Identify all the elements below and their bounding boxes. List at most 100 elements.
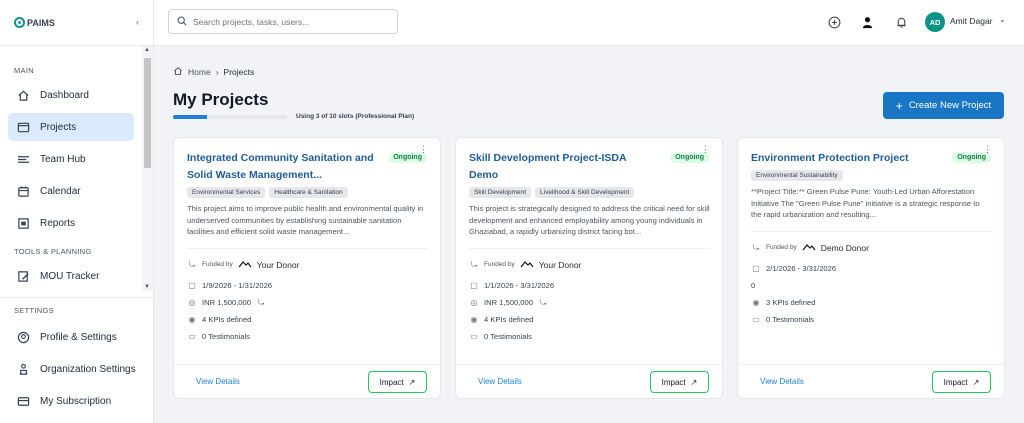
view-details-link[interactable]: View Details (478, 377, 522, 386)
project-card[interactable]: Ongoing ⋮ Environment Protection Project… (737, 137, 1005, 399)
tag: Environmental Services (187, 187, 266, 198)
add-circle-icon[interactable] (826, 14, 842, 30)
date-row: ▢ 1/1/2026 - 3/31/2026 (469, 277, 710, 294)
donor-name: Your Donor (256, 259, 300, 270)
view-details-link[interactable]: View Details (196, 377, 240, 386)
sidebar-item-reports[interactable]: Reports (8, 209, 134, 237)
testimonials-row: ▭ 0 Testimonials (187, 328, 428, 345)
bell-icon[interactable] (893, 14, 909, 30)
calendar-icon: ▢ (188, 281, 196, 290)
impact-button[interactable]: Impact ↗ (932, 371, 991, 393)
reports-icon (16, 216, 30, 230)
folder-icon (16, 120, 30, 134)
create-button-label: Create New Project (908, 100, 992, 111)
budget-row: ◎ INR 1,500,000 ⤿ (187, 294, 428, 311)
sidebar-item-label: Team Hub (40, 153, 86, 165)
sidebar-scrollbar[interactable]: ▲ ▼ (142, 46, 153, 291)
project-budget: 0 (751, 281, 756, 290)
project-card[interactable]: Ongoing ⋮ Skill Development Project-ISDA… (455, 137, 723, 399)
impact-label: Impact (943, 377, 968, 387)
card-footer: View Details Impact ↗ (456, 364, 722, 398)
target-icon: ◉ (752, 298, 760, 307)
sidebar-item-label: Calendar (40, 185, 81, 197)
scrollbar-thumb[interactable] (144, 58, 151, 168)
card-footer: View Details Impact ↗ (738, 364, 1004, 398)
calendar-icon (16, 184, 30, 198)
scroll-down-icon[interactable]: ▼ (144, 284, 150, 290)
folder-icon: ▭ (752, 315, 760, 324)
sidebar-item-dashboard[interactable]: Dashboard (8, 81, 134, 109)
plus-icon: + (895, 98, 903, 113)
link-icon: ⤿ (188, 259, 196, 269)
kpi-row: ◉ 4 KPIs defined (469, 311, 710, 328)
arrow-up-right-icon: ↗ (972, 377, 980, 387)
project-title[interactable]: Environment Protection Project (751, 150, 992, 167)
sidebar-item-calendar[interactable]: Calendar (8, 177, 134, 205)
avatar[interactable]: AD (925, 12, 945, 32)
scroll-up-icon[interactable]: ▲ (144, 47, 150, 53)
testimonial-count: 0 Testimonials (766, 315, 814, 324)
donor-logo-icon (802, 243, 816, 253)
funded-by-row: ⤿ Funded by Your Donor (469, 256, 710, 273)
search-box[interactable] (168, 9, 398, 34)
money-icon: ◎ (188, 298, 196, 307)
kpi-count: 4 KPIs defined (484, 315, 534, 324)
section-label-tools: TOOLS & PLANNING (14, 247, 92, 256)
page-title: My Projects (173, 90, 269, 109)
calendar-icon: ▢ (752, 264, 760, 273)
sidebar-settings: SETTINGS Profile & Settings Organization… (0, 297, 154, 415)
impact-label: Impact (379, 377, 404, 387)
sidebar-item-label: Projects (40, 121, 77, 133)
slots-usage-text: Using 3 of 10 slots (Professional Plan) (296, 113, 415, 120)
folder-icon: ▭ (470, 332, 478, 341)
sidebar-item-organization-settings[interactable]: Organization Settings (8, 355, 146, 383)
logo-text: PAIMS (27, 17, 55, 28)
project-title[interactable]: Integrated Community Sanitation and Soli… (187, 150, 428, 184)
project-title[interactable]: Skill Development Project-ISDA Demo (469, 150, 710, 184)
impact-button[interactable]: Impact ↗ (650, 371, 709, 393)
divider (187, 248, 428, 249)
sidebar: PAIMS ‹ MAIN Dashboard Projects Team Hub (0, 0, 154, 423)
kpi-count: 4 KPIs defined (202, 315, 252, 324)
sidebar-item-mou-tracker[interactable]: MOU Tracker (8, 262, 134, 290)
user-icon[interactable] (859, 14, 875, 30)
sidebar-item-label: MOU Tracker (40, 270, 100, 282)
project-card[interactable]: Ongoing ⋮ Integrated Community Sanitatio… (173, 137, 441, 399)
divider (469, 248, 710, 249)
user-name[interactable]: Amit Dagar (950, 16, 993, 26)
kpi-count: 3 KPIs defined (766, 298, 816, 307)
team-icon (16, 152, 30, 166)
logo-row: PAIMS ‹ (0, 0, 153, 46)
user-circle-icon (16, 330, 30, 344)
top-header: AD Amit Dagar ⌄ (154, 0, 1024, 46)
sidebar-collapse-icon[interactable]: ‹ (136, 17, 139, 27)
divider (751, 231, 992, 232)
sidebar-item-label: Organization Settings (40, 363, 136, 375)
link-icon: ⤿ (539, 297, 547, 307)
funded-by-label: Funded by (484, 261, 515, 268)
search-input[interactable] (193, 16, 383, 27)
sidebar-item-projects[interactable]: Projects (8, 113, 134, 141)
kpi-row: ◉ 3 KPIs defined (751, 294, 992, 311)
sidebar-item-my-subscription[interactable]: My Subscription (8, 387, 146, 415)
project-dates: 1/9/2026 - 1/31/2026 (202, 281, 273, 290)
impact-button[interactable]: Impact ↗ (368, 371, 427, 393)
app-logo[interactable]: PAIMS (14, 17, 55, 28)
project-description: This project is strategically designed t… (469, 204, 710, 236)
tag-list: Skill Development Livelihood & Skill Dev… (469, 187, 710, 198)
create-new-project-button[interactable]: + Create New Project (883, 92, 1004, 119)
home-icon (16, 88, 30, 102)
chevron-down-icon[interactable]: ⌄ (999, 15, 1006, 24)
view-details-link[interactable]: View Details (760, 377, 804, 386)
breadcrumb-home[interactable]: Home (188, 67, 211, 77)
tag: Environmental Sustainability (751, 170, 843, 181)
target-icon: ◉ (470, 315, 478, 324)
home-icon[interactable] (173, 66, 183, 78)
testimonials-row: ▭ 0 Testimonials (469, 328, 710, 345)
search-icon (177, 13, 187, 31)
sidebar-item-profile-settings[interactable]: Profile & Settings (8, 323, 146, 351)
funded-by-row: ⤿ Funded by Your Donor (187, 256, 428, 273)
sidebar-item-team-hub[interactable]: Team Hub (8, 145, 134, 173)
testimonial-count: 0 Testimonials (484, 332, 532, 341)
funded-by-row: ⤿ Funded by Demo Donor (751, 239, 992, 256)
